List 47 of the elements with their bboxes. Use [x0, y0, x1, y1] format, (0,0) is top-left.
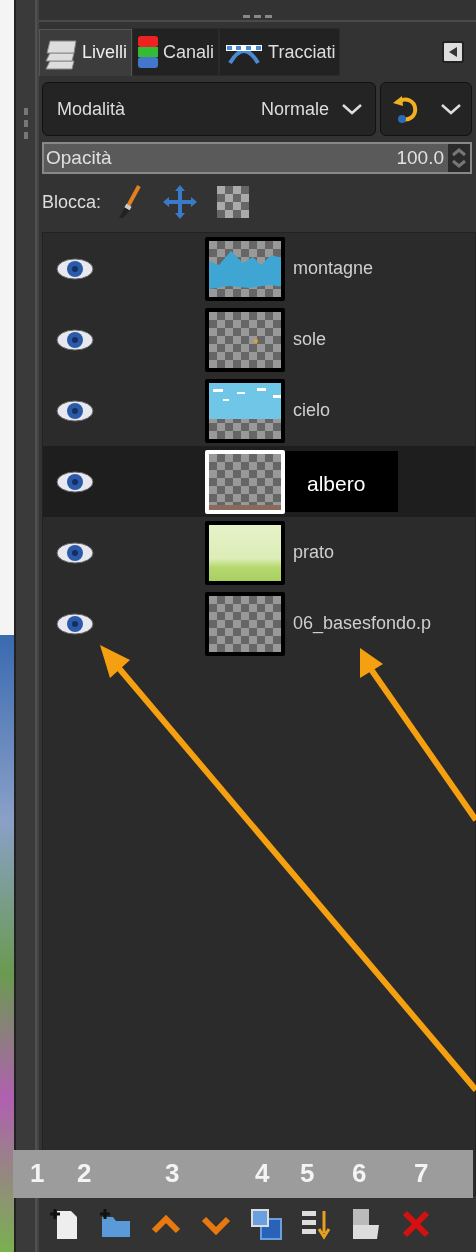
layer-row[interactable]: sole: [43, 304, 475, 375]
annotation-number: 6: [352, 1158, 367, 1189]
annotation-number: 5: [300, 1158, 315, 1189]
transparent-thumbnail: [209, 595, 281, 652]
mode-label: Modalità: [57, 98, 126, 120]
layer-row[interactable]: montagne: [43, 233, 475, 304]
chevron-down-icon: [440, 102, 462, 116]
annotation-number: 1: [30, 1158, 45, 1189]
eye-icon[interactable]: [55, 612, 95, 635]
annotation-number: 4: [255, 1158, 270, 1189]
opacity-slider[interactable]: Opacità 100.0: [42, 142, 472, 174]
layer-name: prato: [293, 542, 335, 563]
eye-icon[interactable]: [55, 470, 95, 493]
sky-thumbnail: [209, 382, 281, 439]
layer-name: montagne: [293, 258, 374, 279]
eye-icon[interactable]: [55, 541, 95, 564]
sun-thumbnail: [209, 311, 281, 368]
mode-dropdown[interactable]: Modalità Normale: [42, 82, 376, 136]
chevron-down-icon: [341, 102, 363, 116]
panel-menu-icon[interactable]: [442, 41, 464, 63]
tab[interactable]: Tracciati: [219, 28, 341, 76]
eye-icon[interactable]: [55, 399, 95, 422]
eye-icon[interactable]: [55, 328, 95, 351]
tab[interactable]: Livelli: [39, 28, 133, 76]
layer-name: sole: [293, 329, 327, 350]
channels-icon: [137, 35, 160, 69]
layer-row[interactable]: prato: [43, 517, 475, 588]
layer-row[interactable]: 06_basesfondo.p: [43, 588, 475, 659]
annotation-number: 7: [414, 1158, 429, 1189]
annotation-number: 3: [165, 1158, 180, 1189]
layer-row[interactable]: albero: [43, 446, 475, 517]
eye-icon[interactable]: [55, 257, 95, 280]
ground-thumbnail: [209, 453, 281, 510]
layer-row[interactable]: cielo: [43, 375, 475, 446]
duplicate-squares-icon[interactable]: [249, 1207, 283, 1241]
move-cross-icon[interactable]: [163, 185, 198, 219]
meadow-thumbnail: [209, 524, 281, 581]
layer-name: 06_basesfondo.p: [293, 613, 432, 634]
annotation-number: 2: [77, 1158, 92, 1189]
composite-mode-button[interactable]: [380, 82, 472, 136]
tab[interactable]: Canali: [132, 28, 220, 76]
lock-label: Blocca:: [42, 191, 102, 213]
layer-name: cielo: [293, 400, 331, 421]
mountain-thumbnail: [209, 240, 281, 297]
spin-arrows-icon[interactable]: [448, 144, 470, 172]
checkerboard-icon[interactable]: [217, 186, 250, 218]
layer-name: albero: [285, 451, 399, 512]
